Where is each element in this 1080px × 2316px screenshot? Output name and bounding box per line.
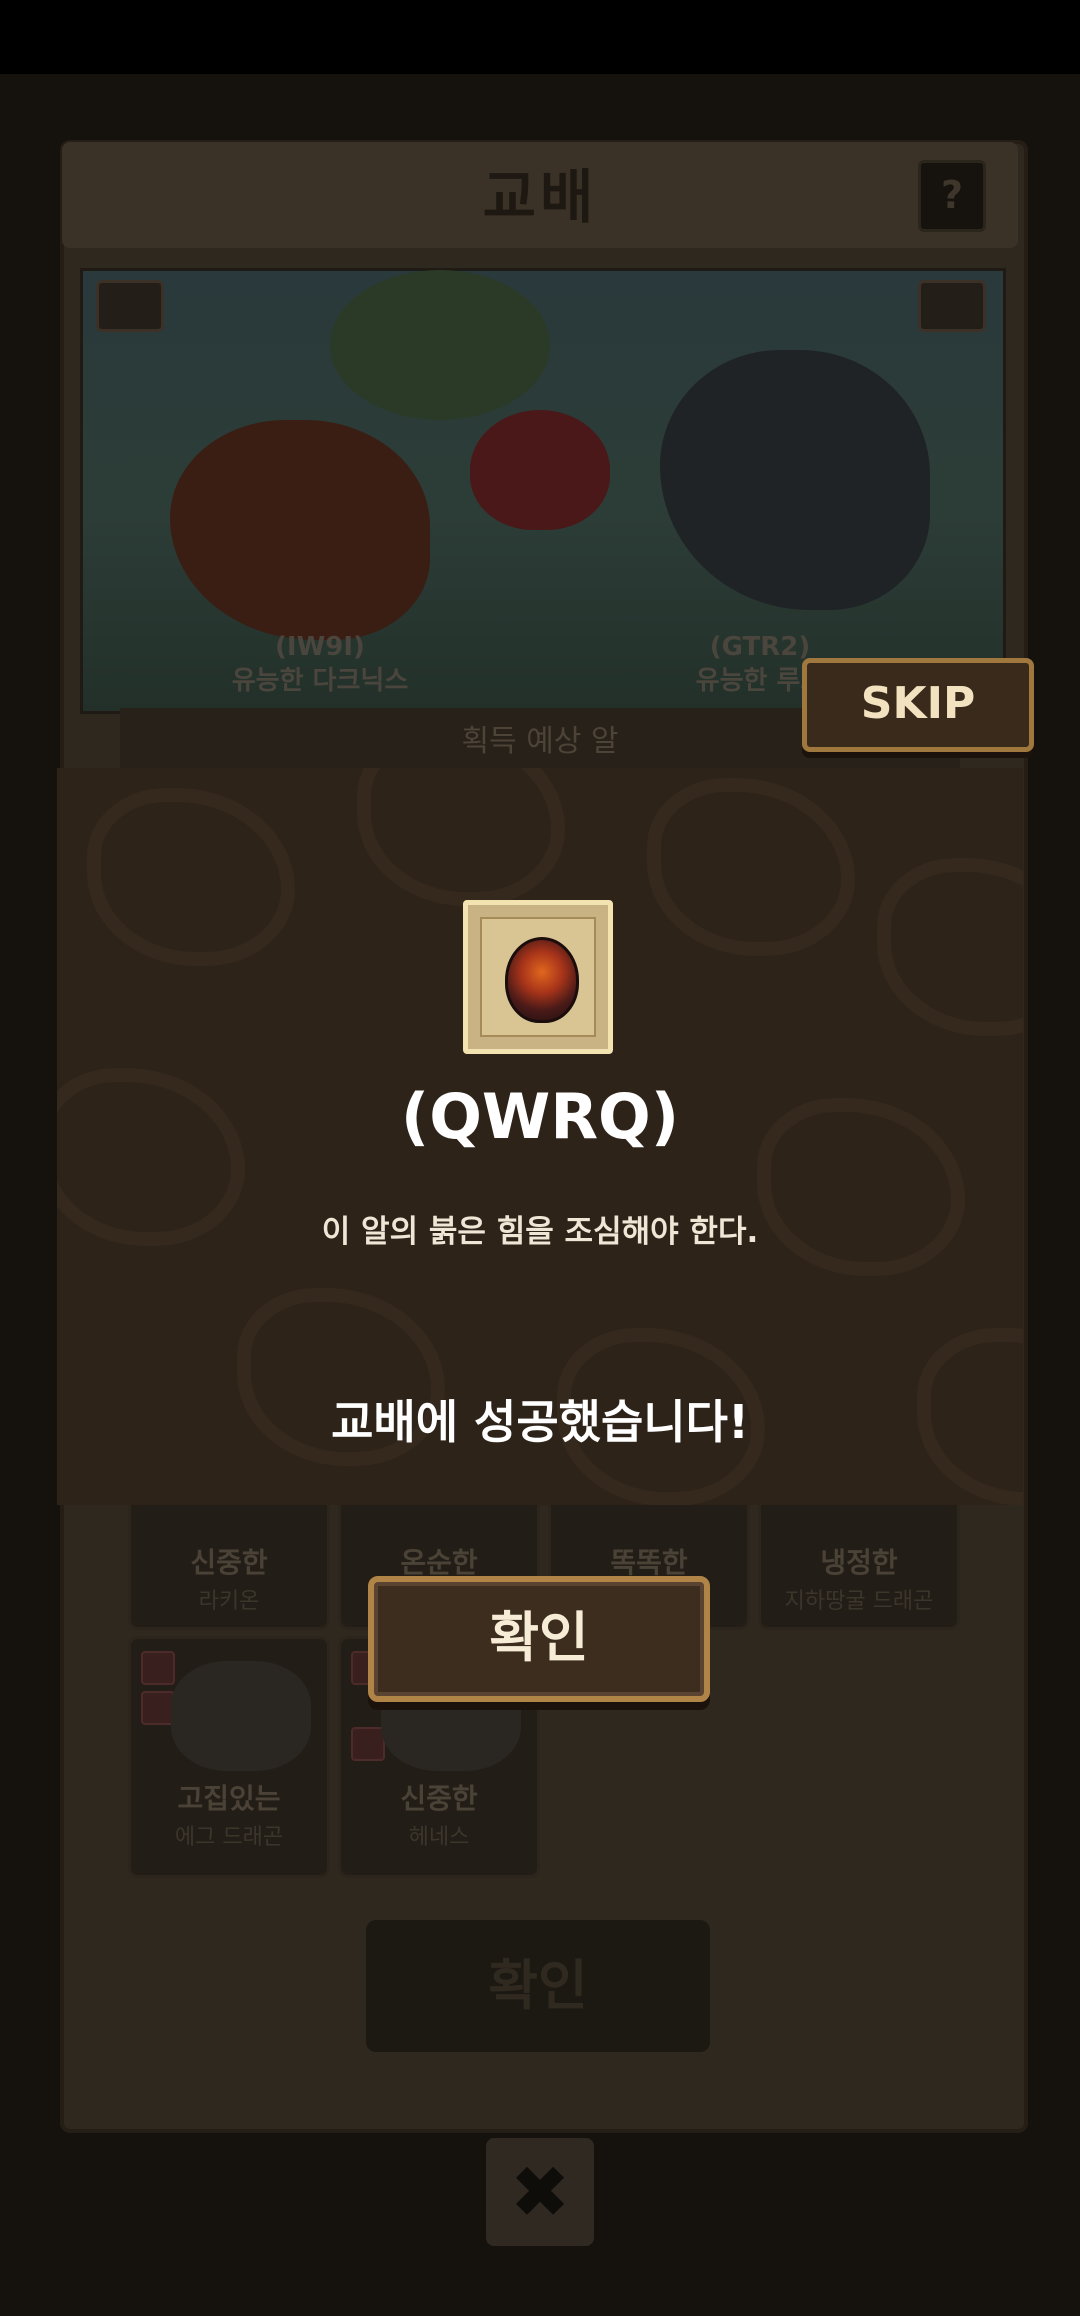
trait-icon — [351, 1727, 385, 1761]
trait-icon — [141, 1691, 175, 1725]
confirm-button[interactable]: 확인 — [368, 1576, 710, 1702]
breeding-result-modal: (QWRQ) 이 알의 붉은 힘을 조심해야 한다. 교배에 성공했습니다! — [57, 768, 1023, 1505]
card-trait: 신중한 — [400, 1782, 478, 1815]
card-name: 에그 드래곤 — [174, 1825, 284, 1850]
left-dragon-code: (IW9I) — [275, 632, 365, 662]
skip-button[interactable]: SKIP — [802, 658, 1034, 752]
egg-icon — [505, 937, 579, 1023]
egg-description: 이 알의 붉은 힘을 조심해야 한다. — [321, 1214, 759, 1250]
trait-icon — [141, 1651, 175, 1685]
card-trait: 고집있는 — [177, 1782, 281, 1815]
tree-decoration — [330, 270, 550, 420]
pattern-decoration — [357, 768, 565, 906]
card-name: 헤네스 — [408, 1825, 470, 1850]
card-trait: 냉정한 — [820, 1546, 898, 1579]
pattern-decoration — [877, 858, 1023, 1036]
left-dragon-label: (IW9I) 유능한 다크닉스 — [200, 630, 440, 698]
card-trait: 온순한 — [400, 1546, 478, 1579]
left-dragon-name: 유능한 다크닉스 — [231, 666, 409, 696]
pattern-decoration — [87, 788, 295, 966]
card-name: 지하땅굴 드래곤 — [784, 1589, 934, 1614]
dragon-sprite — [171, 1661, 311, 1771]
heart-icon — [470, 410, 610, 530]
close-icon[interactable]: ✖ — [486, 2138, 594, 2246]
result-message: 교배에 성공했습니다! — [331, 1395, 749, 1449]
egg-name: (QWRQ) — [400, 1080, 680, 1153]
card-name: 라키온 — [198, 1589, 260, 1614]
egg-card[interactable]: 고집있는 에그 드래곤 — [128, 1636, 330, 1878]
right-dragon-badge — [918, 280, 986, 332]
egg-frame — [463, 900, 613, 1054]
help-button[interactable]: ? — [918, 160, 986, 232]
card-trait: 똑똑한 — [610, 1546, 688, 1579]
left-dragon-badge — [96, 280, 164, 332]
status-bar — [0, 0, 1080, 74]
panel-confirm-button[interactable]: 확인 — [366, 1920, 710, 2052]
card-trait: 신중한 — [190, 1546, 268, 1579]
pattern-decoration — [647, 778, 855, 956]
